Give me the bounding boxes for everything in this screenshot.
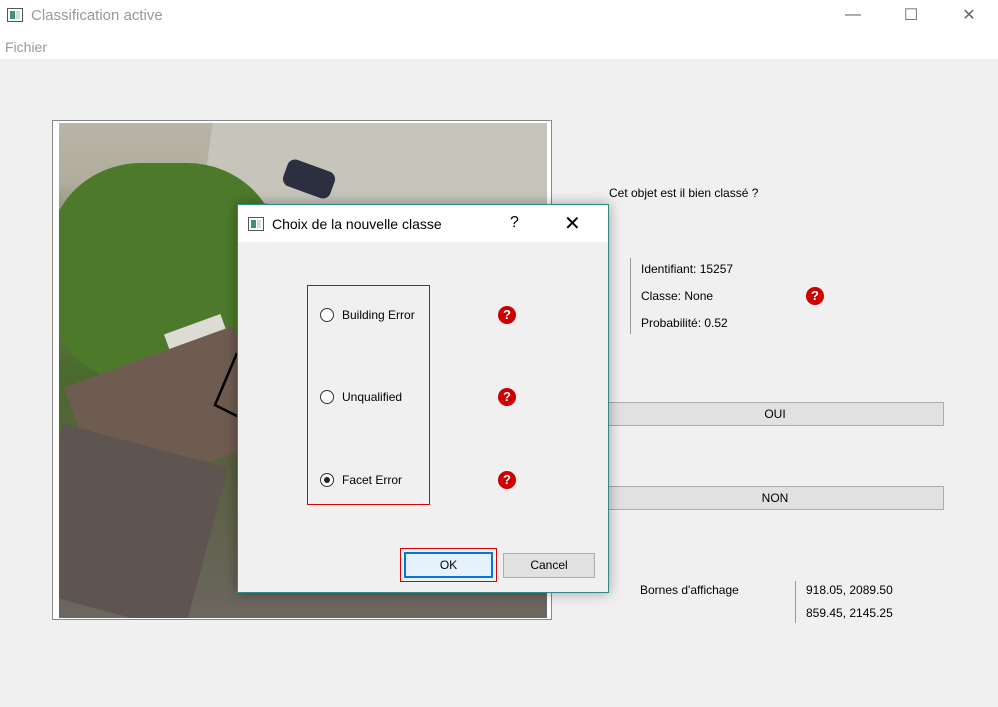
ok-highlight: OK <box>400 548 497 582</box>
option-unqualified[interactable]: Unqualified <box>320 390 402 404</box>
class-choice-dialog: Choix de la nouvelle classe ? ✕ Building… <box>237 204 609 593</box>
dialog-title: Choix de la nouvelle classe <box>272 216 442 232</box>
dialog-help-button[interactable]: ? <box>510 214 519 232</box>
dialog-titlebar: Choix de la nouvelle classe ? ✕ <box>238 205 608 242</box>
option-facet-error[interactable]: Facet Error <box>320 473 402 487</box>
building-error-help-icon[interactable]: ? <box>498 306 516 324</box>
class-options-group: Building Error Unqualified Facet Error <box>307 285 430 505</box>
menu-fichier[interactable]: Fichier <box>5 39 47 55</box>
ok-button[interactable]: OK <box>404 552 493 578</box>
app-icon <box>7 8 23 22</box>
window-title: Classification active <box>31 7 163 24</box>
yes-button[interactable]: OUI <box>606 402 944 426</box>
identifier-text: Identifiant: 15257 <box>641 262 734 276</box>
dialog-app-icon <box>248 217 264 231</box>
window-titlebar: Classification active — ☐ ✕ <box>0 0 998 32</box>
maximize-button[interactable]: ☐ <box>888 0 934 30</box>
question-label: Cet objet est il bien classé ? <box>609 186 759 200</box>
probability-text: Probabilité: 0.52 <box>641 316 728 330</box>
facet-error-help-icon[interactable]: ? <box>498 471 516 489</box>
radio-facet-error[interactable] <box>320 473 334 487</box>
option-label: Unqualified <box>342 390 403 404</box>
no-button[interactable]: NON <box>606 486 944 510</box>
bounds-value-y: 859.45, 2145.25 <box>806 606 893 620</box>
bounds-values: 918.05, 2089.50 859.45, 2145.25 <box>795 581 893 623</box>
radio-building-error[interactable] <box>320 308 334 322</box>
menubar: Fichier <box>0 32 998 59</box>
bounds-value-x: 918.05, 2089.50 <box>806 583 893 597</box>
unqualified-help-icon[interactable]: ? <box>498 388 516 406</box>
cancel-button[interactable]: Cancel <box>503 553 595 578</box>
option-label: Building Error <box>342 308 415 322</box>
minimize-button[interactable]: — <box>830 0 876 30</box>
dialog-close-button[interactable]: ✕ <box>564 211 581 236</box>
info-group: Identifiant: 15257 Classe: None Probabil… <box>630 258 791 334</box>
option-label: Facet Error <box>342 473 403 487</box>
class-help-icon[interactable]: ? <box>806 287 824 305</box>
option-building-error[interactable]: Building Error <box>320 308 415 322</box>
close-button[interactable]: ✕ <box>946 0 992 30</box>
class-text: Classe: None <box>641 289 714 303</box>
radio-unqualified[interactable] <box>320 390 334 404</box>
bounds-label: Bornes d'affichage <box>640 583 739 597</box>
